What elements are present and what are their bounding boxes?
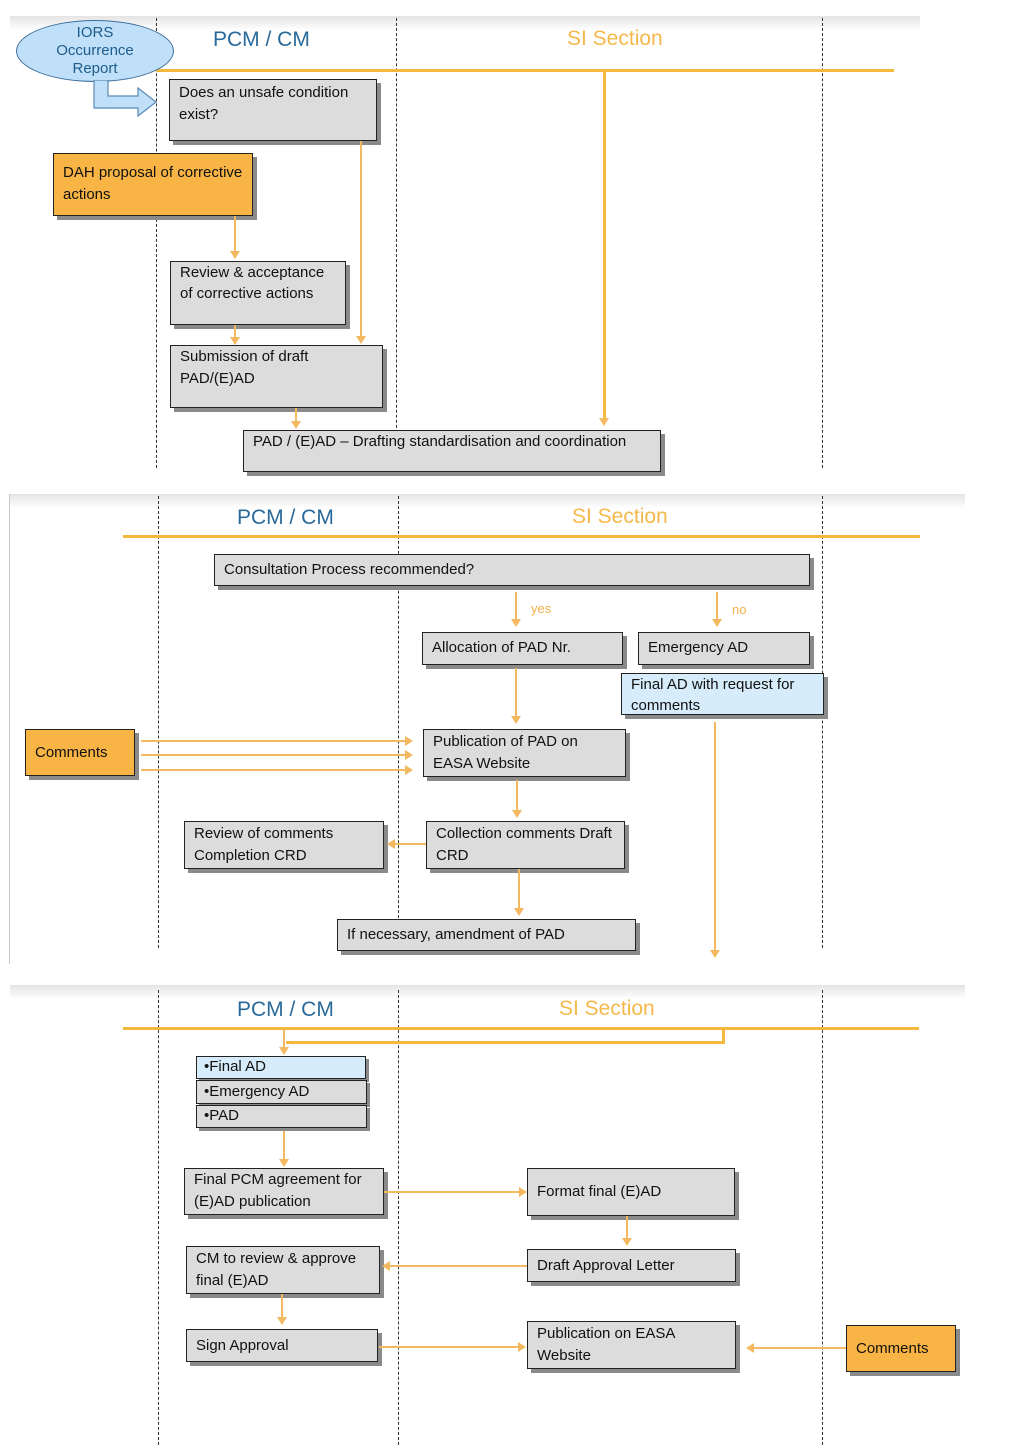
- header-line: [156, 69, 894, 72]
- connector: [281, 1294, 283, 1318]
- comments-box[interactable]: Comments: [25, 729, 135, 776]
- oval-line: Occurrence: [56, 42, 134, 59]
- si-flow-line: [603, 70, 606, 420]
- allocation-pad-box[interactable]: Allocation of PAD Nr.: [422, 632, 623, 665]
- arrow-head: [382, 1261, 390, 1271]
- amendment-pad-box[interactable]: If necessary, amendment of PAD: [337, 919, 636, 951]
- connector: [141, 769, 406, 771]
- connector: [141, 754, 406, 756]
- label-no: no: [732, 602, 747, 617]
- lane-title-si: SI Section: [567, 27, 663, 50]
- dah-proposal-box[interactable]: DAH proposal of corrective actions: [53, 153, 253, 216]
- cm-review-box[interactable]: CM to review & approve final (E)AD: [186, 1246, 380, 1294]
- arrow-head: [387, 839, 395, 849]
- publication-easa-box[interactable]: Publication on EASA Website: [527, 1321, 736, 1369]
- arrow-head: [291, 421, 301, 429]
- connector: [626, 1216, 628, 1239]
- return-line: [286, 1041, 725, 1044]
- submission-draft-box[interactable]: Submission of draft PAD/(E)AD: [170, 345, 383, 408]
- arrow-head: [710, 950, 720, 958]
- arrow-head: [356, 336, 366, 344]
- sign-approval-box[interactable]: Sign Approval: [186, 1329, 378, 1362]
- arrow-head: [622, 1238, 632, 1246]
- arrow-head: [405, 750, 413, 760]
- connector: [395, 843, 426, 845]
- connector: [716, 592, 718, 620]
- connector: [234, 325, 236, 337]
- lane-title-pcm: PCM / CM: [237, 998, 334, 1021]
- arrow-head: [230, 251, 240, 259]
- lane-divider-right: [822, 496, 823, 948]
- connector: [518, 869, 520, 909]
- final-ad-request-box[interactable]: Final AD with request for comments: [621, 673, 824, 715]
- arrow-head: [405, 765, 413, 775]
- lane-title-si: SI Section: [572, 505, 668, 528]
- connector: [283, 1030, 285, 1048]
- return-line-riser: [722, 1027, 725, 1044]
- final-pcm-agreement-box[interactable]: Final PCM agreement for (E)AD publicatio…: [184, 1168, 384, 1215]
- arrow-head: [514, 908, 524, 916]
- arrow-head: [279, 1159, 289, 1167]
- review-comments-box[interactable]: Review of comments Completion CRD: [184, 821, 384, 869]
- format-final-ead-box[interactable]: Format final (E)AD: [527, 1168, 735, 1216]
- iors-occurrence-report-oval[interactable]: IORS Occurrence Report: [16, 20, 174, 82]
- lane-divider-left: [158, 990, 159, 1445]
- unsafe-condition-box[interactable]: Does an unsafe condition exist?: [169, 79, 377, 141]
- arrow-head: [277, 1317, 287, 1325]
- arrow-head: [511, 619, 521, 627]
- panel-edge: [9, 494, 10, 964]
- list-item-pad[interactable]: •PAD: [196, 1105, 367, 1128]
- connector: [234, 216, 236, 252]
- drafting-standardisation-box[interactable]: PAD / (E)AD – Drafting standardisation a…: [243, 430, 661, 472]
- emergency-ad-box[interactable]: Emergency AD: [638, 632, 810, 665]
- connector: [360, 141, 362, 337]
- oval-line: Report: [72, 60, 118, 77]
- arrow-head: [599, 418, 609, 426]
- connector: [141, 740, 406, 742]
- connector: [714, 722, 716, 950]
- label-yes: yes: [531, 601, 552, 616]
- connector: [516, 780, 518, 811]
- lane-title-pcm: PCM / CM: [237, 506, 334, 529]
- connector: [379, 1346, 519, 1348]
- connector: [295, 408, 297, 422]
- header-line: [123, 535, 920, 538]
- lane-divider-right: [822, 18, 823, 468]
- connector: [754, 1347, 846, 1349]
- collection-comments-box[interactable]: Collection comments Draft CRD: [426, 821, 625, 869]
- arrow-head: [512, 810, 522, 818]
- consultation-recommended-box[interactable]: Consultation Process recommended?: [214, 554, 810, 586]
- connector: [390, 1265, 527, 1267]
- arrow-head: [519, 1187, 527, 1197]
- connector: [283, 1131, 285, 1160]
- publication-pad-box[interactable]: Publication of PAD on EASA Website: [423, 729, 626, 777]
- arrow-head: [230, 337, 240, 345]
- header-line: [123, 1027, 919, 1030]
- lane-divider-middle: [398, 990, 399, 1445]
- draft-approval-letter-box[interactable]: Draft Approval Letter: [527, 1249, 736, 1282]
- list-item-emergency-ad[interactable]: •Emergency AD: [196, 1080, 367, 1104]
- blue-bent-arrow-icon: [93, 80, 157, 118]
- lane-title-si: SI Section: [559, 997, 655, 1020]
- review-acceptance-box[interactable]: Review & acceptance of corrective action…: [170, 261, 346, 325]
- arrow-head: [518, 1342, 526, 1352]
- connector: [515, 668, 517, 717]
- connector: [515, 592, 517, 620]
- oval-line: IORS: [76, 24, 114, 41]
- arrow-head: [746, 1343, 754, 1353]
- arrow-head: [405, 736, 413, 746]
- connector: [384, 1191, 520, 1193]
- arrow-head: [279, 1047, 289, 1055]
- lane-divider-left: [158, 496, 159, 948]
- lane-divider-right: [822, 990, 823, 1445]
- list-item-final-ad[interactable]: •Final AD: [196, 1056, 366, 1079]
- arrow-head: [712, 619, 722, 627]
- lane-divider-middle: [396, 18, 397, 468]
- comments-box[interactable]: Comments: [846, 1325, 956, 1372]
- lane-title-pcm: PCM / CM: [213, 28, 310, 51]
- arrow-head: [511, 716, 521, 724]
